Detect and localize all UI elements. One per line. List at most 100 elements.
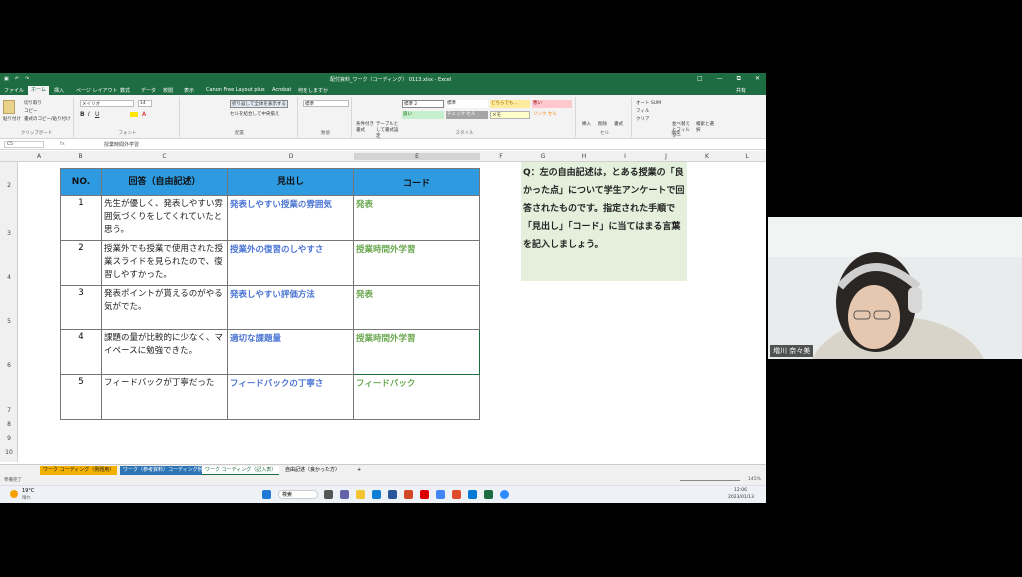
edge-icon[interactable] xyxy=(372,490,381,499)
cell-answer[interactable]: 授業外でも授業で使用された授業スライドを見られたので、復習しやすかった。 xyxy=(101,240,228,286)
sheet-tab[interactable]: 自由記述（良かった方） xyxy=(282,466,343,475)
cell-code[interactable]: フィードバック xyxy=(353,374,480,420)
autosum-button[interactable]: オート SUM xyxy=(636,100,661,106)
format-painter-button[interactable]: 書式のコピー/貼り付け xyxy=(24,116,71,122)
cell-no[interactable]: 2 xyxy=(60,240,102,286)
redo-icon[interactable]: ↷ xyxy=(25,76,29,82)
row-header[interactable]: 9 xyxy=(0,435,18,442)
cell-answer[interactable]: 課題の量が比較的に少なく、マイペースに勉強できた。 xyxy=(101,329,228,375)
row-header[interactable]: 7 xyxy=(0,407,18,414)
cell-no[interactable]: 3 xyxy=(60,285,102,330)
add-sheet-button[interactable]: + xyxy=(354,466,364,475)
tab-home[interactable]: ホーム xyxy=(28,86,49,95)
zoom-level[interactable]: 145% xyxy=(748,477,761,482)
cell-heading[interactable]: 授業外の復習のしやすさ xyxy=(227,240,354,286)
worksheet-grid[interactable]: NO. 回答（自由記述） 見出し コード 1 先生が優しく、発表しやすい雰囲気づ… xyxy=(18,162,758,462)
outlook-icon[interactable] xyxy=(468,490,477,499)
zoom-slider[interactable] xyxy=(680,480,740,481)
cell-answer[interactable]: 発表ポイントが貰えるのがやる気がでた。 xyxy=(101,285,228,330)
tab-acrobat[interactable]: Acrobat xyxy=(272,87,291,93)
excel-icon[interactable] xyxy=(484,490,493,499)
explorer-icon[interactable] xyxy=(356,490,365,499)
clear-button[interactable]: クリア xyxy=(636,116,650,122)
cell-code[interactable]: 発表 xyxy=(353,195,480,241)
restore-button[interactable]: ⧉ xyxy=(737,75,741,83)
tab-review[interactable]: 校閲 xyxy=(163,87,173,94)
taskbar-search[interactable]: 検索 xyxy=(278,490,318,499)
cell-code[interactable]: 授業時間外学習 xyxy=(353,240,480,286)
cell-heading[interactable]: 発表しやすい評価方法 xyxy=(227,285,354,330)
row-header[interactable]: 6 xyxy=(0,362,18,369)
column-header[interactable]: I xyxy=(604,153,646,160)
tab-data[interactable]: データ xyxy=(141,87,156,94)
cell-heading[interactable]: 適切な課題量 xyxy=(227,329,354,375)
merge-center-button[interactable]: セルを結合して中央揃え xyxy=(230,111,279,117)
style-normal2[interactable]: 標準 2 xyxy=(402,100,444,108)
style-note[interactable]: メモ xyxy=(490,111,530,119)
insert-cells-button[interactable]: 挿入 xyxy=(582,121,591,127)
column-header[interactable]: A xyxy=(18,153,60,160)
row-header[interactable]: 2 xyxy=(0,182,18,189)
tab-canon[interactable]: Canon Free Layout plus xyxy=(206,87,265,93)
formula-input[interactable]: 授業時間外学習 xyxy=(104,141,754,148)
bold-icon[interactable]: B xyxy=(80,111,85,118)
format-cells-button[interactable]: 書式 xyxy=(614,121,623,127)
row-header[interactable]: 3 xyxy=(0,230,18,237)
sheet-tab[interactable]: ワーク コーディング（例題用） xyxy=(40,466,118,475)
italic-icon[interactable]: I xyxy=(88,111,90,118)
font-color-icon[interactable]: A xyxy=(142,111,146,118)
copy-button[interactable]: コピー xyxy=(24,108,38,114)
column-header[interactable]: K xyxy=(686,153,728,160)
tell-me-search[interactable]: 何をしますか xyxy=(298,87,328,94)
undo-icon[interactable]: ↶ xyxy=(15,76,19,82)
chrome-icon[interactable] xyxy=(436,490,445,499)
row-header[interactable]: 4 xyxy=(0,274,18,281)
column-header[interactable]: L xyxy=(728,153,766,160)
cell-answer[interactable]: 先生が優しく、発表しやすい雰囲気づくりをしてくれていたと思う。 xyxy=(101,195,228,241)
column-header[interactable]: G xyxy=(522,153,564,160)
paste-button[interactable]: 貼り付け xyxy=(3,116,21,122)
weather-icon[interactable] xyxy=(10,490,18,498)
column-header[interactable]: H xyxy=(564,153,604,160)
sheet-tab[interactable]: ワーク（参考資料）コーディング例 xyxy=(120,466,206,475)
column-header[interactable]: D xyxy=(228,153,354,160)
fx-icon[interactable]: fx xyxy=(60,141,65,147)
style-bad[interactable]: 悪い xyxy=(532,100,572,108)
fill-color-icon[interactable] xyxy=(130,112,138,117)
font-size-select[interactable]: 14 xyxy=(138,100,152,107)
cut-button[interactable]: 切り取り xyxy=(24,100,42,106)
row-header[interactable]: 8 xyxy=(0,421,18,428)
delete-cells-button[interactable]: 削除 xyxy=(598,121,607,127)
tab-insert[interactable]: 挿入 xyxy=(54,87,64,94)
style-neutral[interactable]: どちらでも... xyxy=(490,100,530,108)
powerpoint-icon[interactable] xyxy=(404,490,413,499)
column-header[interactable]: E xyxy=(354,153,480,160)
cell-no[interactable]: 5 xyxy=(60,374,102,420)
row-header[interactable]: 10 xyxy=(0,449,18,456)
column-header[interactable]: J xyxy=(646,153,686,160)
tab-page-layout[interactable]: ページ レイアウト xyxy=(76,87,118,94)
acrobat-icon[interactable] xyxy=(420,490,429,499)
start-icon[interactable] xyxy=(262,490,271,499)
cell-styles-gallery[interactable]: 標準 2 標準 どちらでも... 悪い 良い チェック セル メモ リンク セル xyxy=(402,100,574,126)
number-format-select[interactable]: 標準 xyxy=(303,100,349,107)
cell-heading[interactable]: 発表しやすい授業の雰囲気 xyxy=(227,195,354,241)
name-box[interactable]: C5 xyxy=(4,141,44,148)
cell-no[interactable]: 1 xyxy=(60,195,102,241)
app-icon[interactable] xyxy=(452,490,461,499)
save-icon[interactable]: ▣ xyxy=(4,76,9,82)
wrap-text-button[interactable]: 折り返して全体を表示する xyxy=(230,100,288,108)
cell-heading[interactable]: フィードバックの丁寧さ xyxy=(227,374,354,420)
cell-answer[interactable]: フィードバックが丁寧だった xyxy=(101,374,228,420)
column-header[interactable]: F xyxy=(480,153,522,160)
tab-formulas[interactable]: 数式 xyxy=(120,87,130,94)
fill-button[interactable]: フィル xyxy=(636,108,649,114)
tab-file[interactable]: ファイル xyxy=(4,87,24,94)
close-button[interactable]: ✕ xyxy=(755,75,760,83)
minimize-button[interactable]: — xyxy=(717,75,723,83)
style-normal[interactable]: 標準 xyxy=(446,100,488,108)
row-header[interactable]: 5 xyxy=(0,318,18,325)
style-linked-cell[interactable]: リンク セル xyxy=(532,111,572,119)
cell-code[interactable]: 発表 xyxy=(353,285,480,330)
underline-icon[interactable]: U xyxy=(95,111,99,118)
